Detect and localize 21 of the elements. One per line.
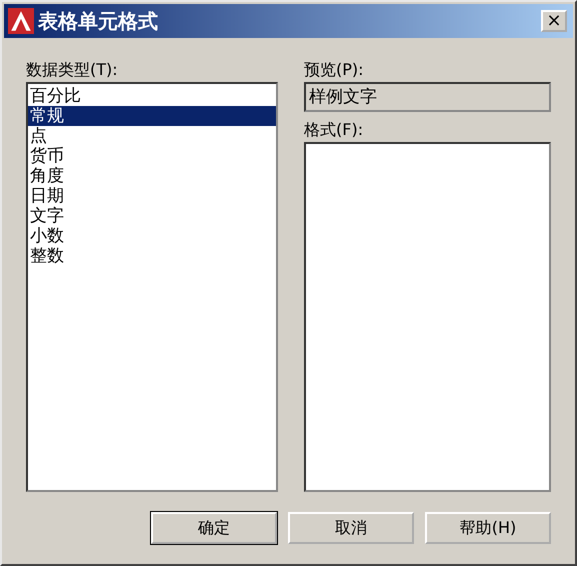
format-label: 格式(F): <box>304 119 364 141</box>
list-item[interactable]: 百分比 <box>28 86 276 106</box>
list-item[interactable]: 日期 <box>28 186 276 206</box>
dialog-button[interactable]: 取消 <box>288 512 414 544</box>
list-item[interactable]: 货币 <box>28 146 276 166</box>
list-item[interactable]: 角度 <box>28 166 276 186</box>
format-list[interactable] <box>304 142 551 492</box>
preview-label: 预览(P): <box>304 59 365 81</box>
dialog-button[interactable]: 帮助(H) <box>425 512 551 544</box>
data-type-label: 数据类型(T): <box>26 59 119 81</box>
list-item[interactable]: 小数 <box>28 226 276 246</box>
app-logo-icon <box>8 8 34 34</box>
close-button[interactable]: × <box>541 10 567 32</box>
list-item[interactable]: 点 <box>28 126 276 146</box>
list-item[interactable]: 整数 <box>28 246 276 266</box>
window-title: 表格单元格式 <box>38 8 159 34</box>
list-item[interactable]: 常规 <box>28 106 276 126</box>
data-type-list[interactable]: 百分比 常规 点 货币 角度 日期 文字 小数 整数 <box>26 82 278 492</box>
list-item[interactable]: 文字 <box>28 206 276 226</box>
preview-field: 样例文字 <box>304 82 551 112</box>
dialog-button[interactable]: 确定 <box>151 512 277 544</box>
